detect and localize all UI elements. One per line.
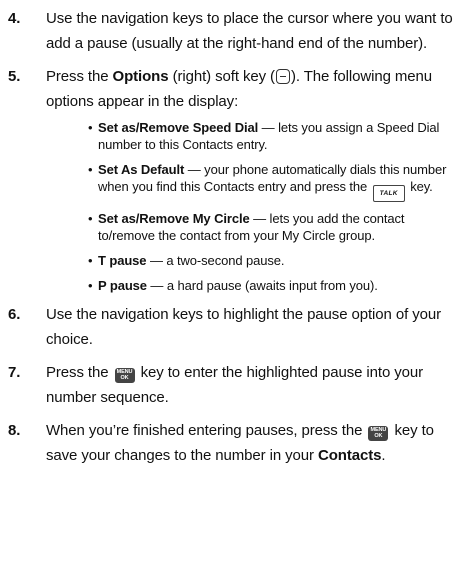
step-number: 7.	[8, 364, 21, 381]
manual-page: 4. Use the navigation keys to place the …	[0, 0, 472, 563]
ok-key-label: OK	[374, 433, 383, 439]
step-6: 6. Use the navigation keys to highlight …	[8, 302, 462, 352]
talk-key-icon: TALK	[372, 185, 405, 202]
step-number: 8.	[8, 422, 21, 439]
step-text: Use the navigation keys to place the cur…	[46, 10, 453, 52]
list-item: Set As Default — your phone automaticall…	[88, 161, 462, 202]
option-name: T pause	[98, 253, 147, 268]
step-text: When you’re finished entering pauses, pr…	[46, 422, 367, 439]
ok-key-label: OK	[120, 375, 129, 381]
menu-ok-key-icon: MENU OK	[114, 367, 135, 383]
list-item: Set as/Remove Speed Dial — lets you assi…	[88, 119, 462, 153]
step-number: 6.	[8, 306, 21, 323]
step-text: (right) soft key (	[168, 68, 276, 85]
option-description: — a hard pause (awaits input from you).	[146, 278, 378, 293]
option-name: Set As Default	[98, 162, 185, 177]
option-description: — a two-second pause.	[146, 253, 285, 268]
list-item: P pause — a hard pause (awaits input fro…	[88, 277, 462, 294]
list-item: Set as/Remove My Circle — lets you add t…	[88, 210, 462, 244]
menu-ok-key-icon: MENU OK	[368, 425, 389, 441]
step-5: 5. Press the Options (right) soft key ()…	[8, 64, 462, 294]
step-4: 4. Use the navigation keys to place the …	[8, 6, 462, 56]
step-7: 7. Press the MENU OK key to enter the hig…	[8, 360, 462, 410]
step-text: Press the	[46, 364, 113, 381]
step-number: 4.	[8, 10, 21, 27]
step-number: 5.	[8, 68, 21, 85]
contacts-label: Contacts	[318, 447, 382, 464]
step-text: Use the navigation keys to highlight the…	[46, 306, 441, 348]
options-softkey-label: Options	[112, 68, 169, 85]
menu-options-list: Set as/Remove Speed Dial — lets you assi…	[46, 119, 462, 294]
step-text: Press the	[46, 68, 113, 85]
list-item: T pause — a two-second pause.	[88, 252, 462, 269]
option-name: Set as/Remove My Circle	[98, 211, 250, 226]
option-name: Set as/Remove Speed Dial	[98, 120, 259, 135]
option-name: P pause	[98, 278, 147, 293]
option-description: key.	[406, 179, 433, 194]
step-8: 8. When you’re finished entering pauses,…	[8, 418, 462, 468]
step-text: .	[381, 447, 386, 464]
right-softkey-icon	[275, 69, 290, 84]
